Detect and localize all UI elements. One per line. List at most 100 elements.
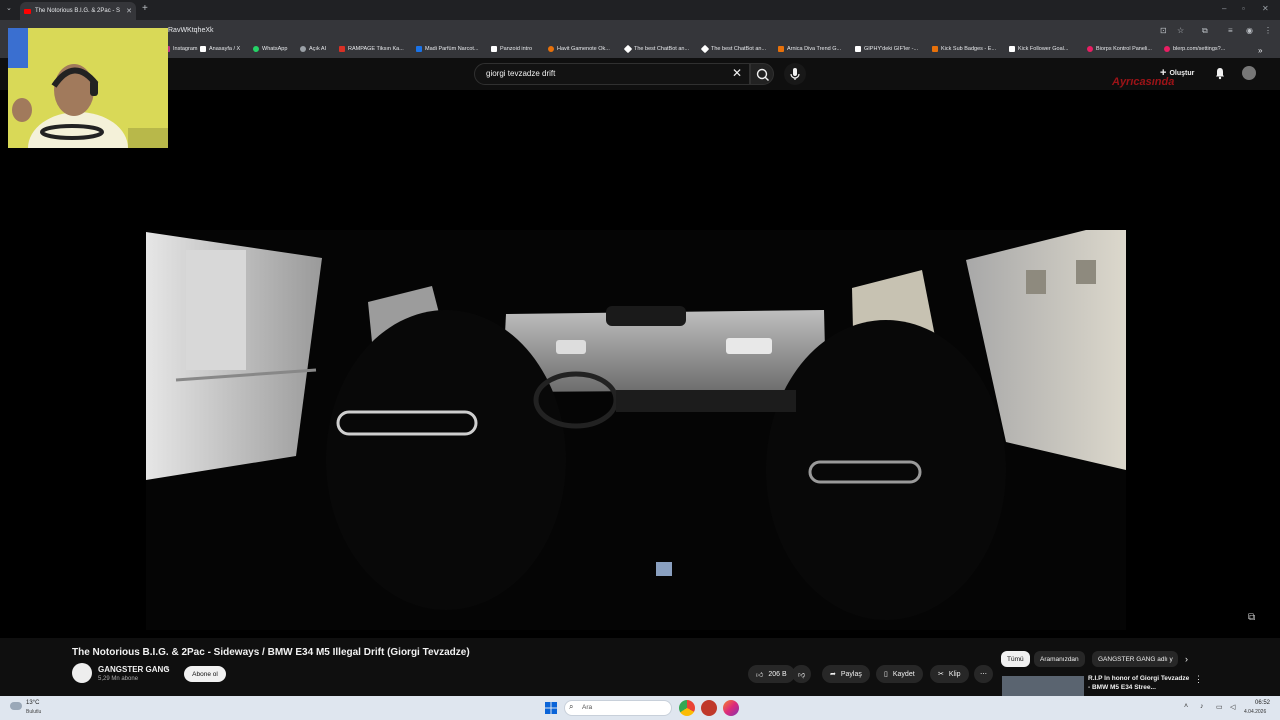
video-title: The Notorious B.I.G. & 2Pac - Sideways /… [72,647,470,658]
chip-from-search[interactable]: Aramanızdan [1034,651,1085,667]
blerp-icon [1164,46,1170,52]
whatsapp-icon [253,46,259,52]
browser-tab-strip: ⌄ The Notorious B.I.G. & 2Pac - S ✕ + – … [0,0,1280,20]
rampage-icon [339,46,345,52]
chips-next-icon[interactable]: › [1185,654,1188,664]
social-app-icon[interactable] [723,700,739,716]
subscribe-button[interactable]: Abone ol [184,666,226,682]
more-bookmarks-icon[interactable]: » [1258,46,1262,55]
bookmark-item[interactable]: The best ChatBot an... [700,44,766,54]
scissors-icon: ✂ [938,671,944,678]
minimize-icon[interactable]: – [1222,4,1226,13]
windows-start-icon[interactable] [545,702,557,714]
window-close-icon[interactable]: ✕ [1262,4,1269,13]
kick-follower-icon [1009,46,1015,52]
thumbs-up-icon: 👍︎ [756,671,764,679]
bookmark-star-icon[interactable]: ☆ [1177,26,1184,35]
bookmark-item[interactable]: Kick Follower Goal... [1009,46,1068,52]
dislike-button[interactable]: 👎︎ [792,665,812,683]
install-app-icon[interactable]: ⊡ [1160,26,1167,35]
account-avatar[interactable] [1242,66,1256,80]
chatbot-icon [700,44,710,54]
chatbot-icon [623,44,633,54]
x-icon [200,46,206,52]
bookmark-item[interactable]: GIPHY'deki GIF'ler -... [855,46,918,52]
media-control-icon[interactable]: ≡ [1228,26,1233,35]
bookmark-item[interactable]: Anasayfa / X [200,46,240,52]
bookmark-item[interactable]: Kick Sub Badges - E... [932,46,996,52]
bookmark-item[interactable]: blerp.com/settings?... [1164,46,1225,52]
url-field[interactable]: RavWKtqheXk [168,27,214,34]
more-actions-button[interactable]: ⋯ [974,665,993,683]
app-icon[interactable] [701,700,717,716]
recommended-more-icon[interactable]: ⋮ [1194,674,1203,685]
weather-description: Bulutlu [26,709,42,715]
bookmark-item[interactable]: WhatsApp [253,46,287,52]
tray-chevron-icon[interactable]: ˄ [1184,703,1188,710]
notifications-button[interactable] [1213,66,1227,85]
openai-icon [300,46,306,52]
bookmark-item[interactable]: Havit Gamenote Ok... [548,46,610,52]
address-bar: RavWKtqheXk ⊡ ☆ ⧉ ≡ ◉ ⋮ [0,20,1280,42]
cloud-icon [10,702,22,710]
search-icon [756,68,769,81]
panzoid-icon [491,46,497,52]
search-query[interactable]: giorgi tevzadze drift [486,69,555,78]
volume-icon[interactable]: ◁ [1230,703,1235,711]
tab-list-chevron-icon[interactable]: ⌄ [6,4,12,12]
voice-search-button[interactable] [784,63,806,85]
bookmark-item[interactable]: Instagram [164,46,197,52]
bookmark-item[interactable]: Arnica Diva Trend G... [778,46,841,52]
channel-avatar[interactable] [72,663,92,683]
clip-button[interactable]: ✂ Klip [930,665,969,683]
recommended-video-title[interactable]: R.I.P In honor of Giorgi Tevzadze - BMW … [1088,674,1192,692]
thumbs-down-icon: 👎︎ [798,671,806,679]
profile-icon[interactable]: ◉ [1246,26,1253,35]
streamer-webcam-image [8,28,168,148]
clock-date: 4.04.2026 [1244,709,1267,715]
extensions-icon[interactable]: ⧉ [1202,26,1208,36]
biorps-icon [1087,46,1093,52]
clear-search-icon[interactable]: ✕ [732,66,742,80]
kick-icon [932,46,938,52]
chip-channel[interactable]: GANGSTER GANG adlı y [1092,651,1178,667]
youtube-favicon-icon [24,8,31,14]
subscriber-count: 5,29 Mn abone [98,676,139,682]
like-button[interactable]: 👍︎ 206 B [748,665,795,683]
chip-all[interactable]: Tümü [1001,651,1030,667]
recommended-video-thumbnail[interactable] [1002,676,1084,696]
havit-icon [548,46,554,52]
bookmark-item[interactable]: Madi Parfüm Narcot... [416,46,479,52]
bookmark-item[interactable]: RAMPAGE Tiksın Ka... [339,46,404,52]
taskbar-search-icon: ⌕ [569,702,574,711]
bookmark-item[interactable]: Açık AI [300,46,326,52]
bell-icon [1216,68,1224,80]
bookmarks-bar: Instagram Anasayfa / X WhatsApp Açık AI … [0,42,1280,58]
stream-logo-overlay: Ayrıcasında [1112,76,1175,88]
taskbar-search-input[interactable] [564,700,672,716]
browser-tab-active[interactable]: The Notorious B.I.G. & 2Pac - S ✕ [20,2,136,20]
madi-icon [416,46,422,52]
bookmark-item[interactable]: The best ChatBot an... [623,44,689,54]
weather-temperature[interactable]: 13°C [26,700,39,706]
tab-title: The Notorious B.I.G. & 2Pac - S [35,8,121,14]
mic-tray-icon[interactable]: ♪ [1200,703,1204,710]
bookmark-item[interactable]: Biorps Kontrol Paneli... [1087,46,1152,52]
tab-close-icon[interactable]: ✕ [126,7,132,15]
video-player[interactable]: ⧉ [0,90,1280,638]
search-button[interactable] [750,63,774,85]
menu-icon[interactable]: ⋮ [1264,26,1272,35]
network-icon[interactable]: ▭ [1216,703,1223,711]
new-tab-icon[interactable]: + [142,3,148,14]
arnica-icon [778,46,784,52]
save-button[interactable]: ▯ Kaydet [876,665,923,683]
share-button[interactable]: ➦ Paylaş [822,665,870,683]
bookmark-item[interactable]: Panzoid intro [491,46,532,52]
maximize-icon[interactable]: ▫ [1242,4,1245,13]
chrome-icon[interactable] [679,700,695,716]
more-horizontal-icon: ⋯ [980,671,987,678]
share-icon: ➦ [830,671,836,678]
microphone-icon [790,68,800,80]
channel-name[interactable]: GANGSTER GANG [98,665,170,674]
clock-time[interactable]: 06:52 [1255,700,1270,706]
